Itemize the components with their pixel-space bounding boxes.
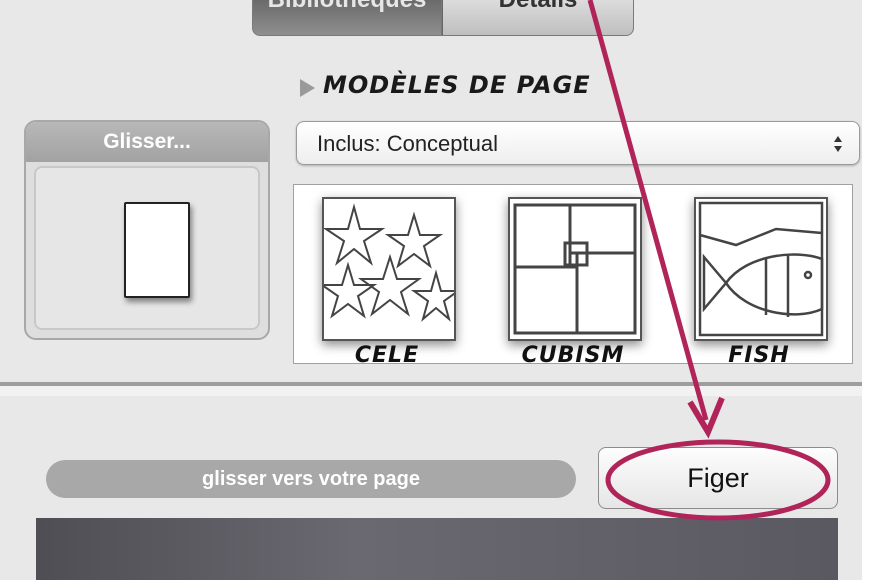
panel-edge [862, 0, 872, 580]
cubism-template-icon [513, 203, 637, 335]
page-icon[interactable] [124, 202, 190, 298]
updown-arrows-icon [834, 136, 842, 152]
tab-bibliotheques[interactable]: Bibliothèques [252, 0, 442, 36]
template-source-popup[interactable]: Inclus: Conceptual [296, 121, 860, 165]
section-title: MODÈLES DE PAGE [323, 71, 591, 99]
freeze-button[interactable]: Figer [598, 447, 838, 509]
tab-label: Détails [443, 0, 633, 14]
drag-well-header: Glisser... [26, 122, 268, 162]
popup-selected-value: Inclus: Conceptual [317, 131, 498, 156]
drag-well[interactable]: Glisser... [24, 120, 270, 340]
template-browser[interactable]: CELE CUBISM FISH [293, 184, 853, 364]
stars-template-icon [324, 203, 454, 322]
drag-well-area [34, 166, 260, 330]
disclosure-triangle-icon[interactable] [300, 79, 315, 97]
template-label: CELE [354, 343, 420, 364]
section-header[interactable]: MODÈLES DE PAGE [300, 68, 591, 102]
divider-highlight [0, 386, 862, 396]
template-label: FISH [728, 343, 790, 364]
template-thumb-fish[interactable] [694, 197, 828, 341]
template-thumb-cele[interactable] [322, 197, 456, 341]
preview-area[interactable] [36, 518, 838, 580]
drop-hint-label: glisser vers votre page [46, 460, 576, 498]
template-label: CUBISM [521, 343, 625, 364]
tab-label: Bibliothèques [253, 0, 441, 14]
fish-template-icon [698, 201, 824, 337]
tab-details[interactable]: Détails [442, 0, 634, 36]
template-thumb-cubism[interactable] [508, 197, 642, 341]
